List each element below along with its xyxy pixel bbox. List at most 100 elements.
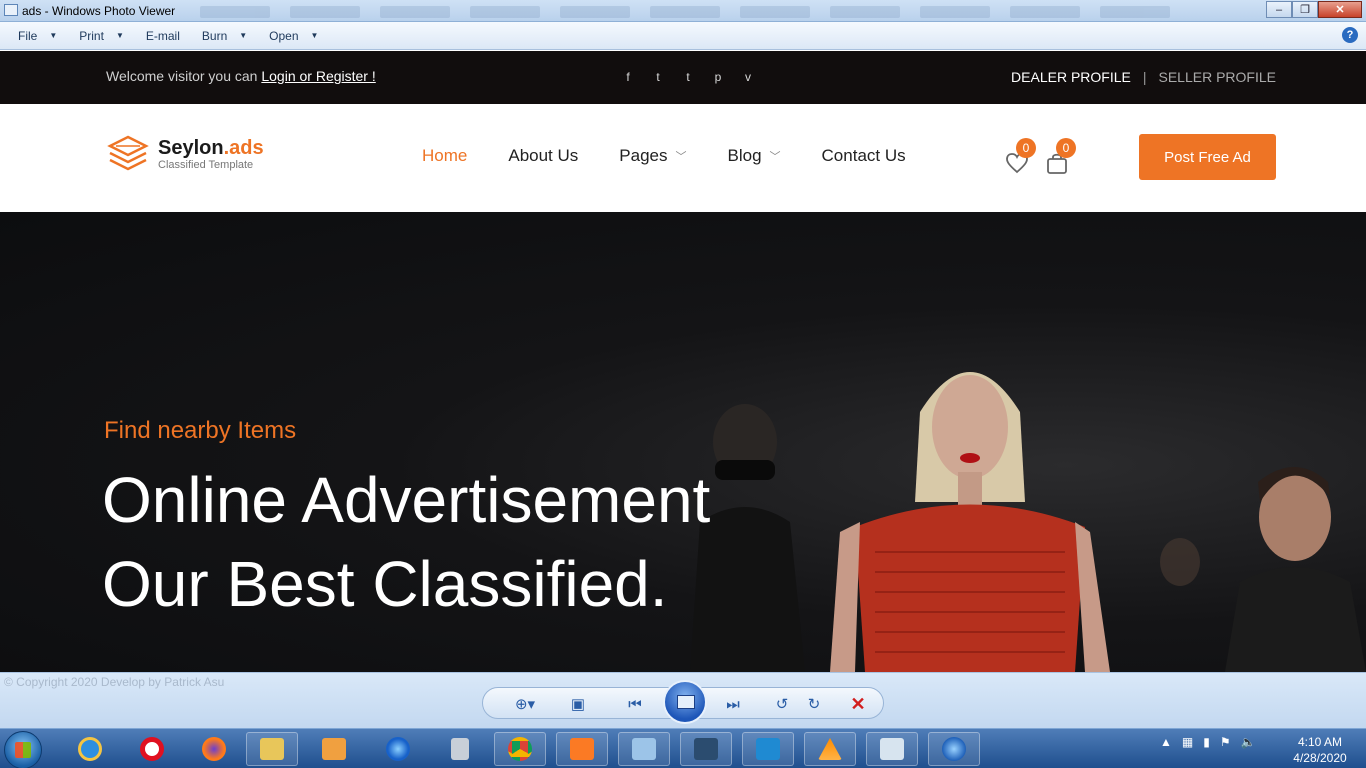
windows-logo-icon: [15, 742, 31, 758]
viewer-menubar: File ▼ Print ▼ E-mail Burn ▼ Open ▼ ?: [0, 22, 1366, 50]
opera-icon[interactable]: [126, 732, 178, 766]
mysql-workbench-icon[interactable]: [680, 732, 732, 766]
chevron-down-icon: ﹀: [675, 151, 687, 163]
slideshow-button[interactable]: [663, 680, 707, 724]
hero-kicker: Find nearby Items: [104, 417, 297, 444]
menu-email[interactable]: E-mail: [146, 29, 180, 43]
start-button[interactable]: [4, 731, 42, 768]
profile-links: DEALER PROFILE | SELLER PROFILE: [1011, 69, 1276, 85]
taskbar: ▲ ▦ ▮ ⚑ 🔈 4:10 AM 4/28/2020: [0, 728, 1366, 768]
seller-profile-link[interactable]: SELLER PROFILE: [1159, 69, 1277, 85]
internet-explorer-icon[interactable]: [64, 732, 116, 766]
nav-pages[interactable]: Pages ﹀: [619, 146, 686, 166]
vscode-icon[interactable]: [742, 732, 794, 766]
close-window-button[interactable]: ✕: [1318, 1, 1362, 18]
pinterest-icon[interactable]: p: [712, 70, 724, 84]
tumblr-icon[interactable]: t: [682, 70, 694, 84]
chrome-icon[interactable]: [494, 732, 546, 766]
cart-button[interactable]: 0: [1044, 138, 1076, 176]
wishlist-button[interactable]: 0: [1004, 138, 1036, 176]
logo-text: Seylon.ads Classified Template: [158, 137, 264, 171]
minimize-button[interactable]: ‒: [1266, 1, 1292, 18]
photo-viewer-icon: [4, 4, 18, 16]
chevron-down-icon: ▼: [115, 31, 124, 40]
site-logo[interactable]: Seylon.ads Classified Template: [106, 134, 264, 174]
hero-headline-line2: Our Best Classified.: [102, 548, 668, 620]
slideshow-icon: [677, 695, 695, 709]
volume-icon[interactable]: 🔈: [1241, 735, 1256, 749]
chevron-down-icon: ▼: [239, 31, 248, 40]
calculator-icon[interactable]: [434, 732, 486, 766]
menu-open[interactable]: Open ▼: [269, 29, 318, 43]
file-explorer-icon[interactable]: [246, 732, 298, 766]
actual-size-icon[interactable]: ▣: [565, 693, 591, 715]
brand-tagline: Classified Template: [158, 159, 254, 171]
delete-icon[interactable]: ✕: [847, 693, 869, 715]
firefox-dev-icon[interactable]: [372, 732, 424, 766]
nav-blog[interactable]: Blog ﹀: [728, 146, 781, 166]
vimeo-icon[interactable]: v: [742, 70, 754, 84]
nav-contact-label: Contact Us: [821, 146, 906, 165]
background-tabs: [200, 6, 1180, 20]
welcome-label: Welcome visitor you can: [106, 68, 262, 84]
firefox-icon[interactable]: [188, 732, 240, 766]
welcome-text: Welcome visitor you can Login or Registe…: [106, 68, 376, 84]
nav-home-label: Home: [422, 146, 468, 165]
login-register-link[interactable]: Login or Register !: [261, 68, 375, 84]
menu-print[interactable]: Print ▼: [79, 29, 124, 43]
notepad-icon[interactable]: [866, 732, 918, 766]
chevron-down-icon: ▼: [49, 31, 58, 40]
viewer-control-bar: © Copyright 2020 Develop by Patrick Asu …: [0, 672, 1366, 728]
photo-viewer-taskbar-icon[interactable]: [618, 732, 670, 766]
brand-name: Seylon.ads: [158, 137, 264, 159]
nav-home[interactable]: Home: [422, 146, 467, 166]
help-icon[interactable]: ?: [1342, 27, 1358, 43]
zoom-icon[interactable]: ⊕▾: [509, 693, 541, 715]
menu-burn[interactable]: Burn ▼: [202, 29, 247, 43]
power-icon[interactable]: ▮: [1203, 735, 1210, 749]
cart-count-badge: 0: [1056, 138, 1076, 158]
post-free-ad-button[interactable]: Post Free Ad: [1139, 134, 1276, 180]
menu-email-label: E-mail: [145, 28, 180, 43]
twitter-icon[interactable]: t: [652, 70, 664, 84]
menu-file-label: File: [18, 28, 38, 43]
nav-contact-us[interactable]: Contact Us: [822, 146, 906, 166]
rotate-clockwise-icon[interactable]: ↻: [803, 693, 825, 715]
nav-menu: Home About Us Pages ﹀ Blog ﹀ Contact Us: [422, 146, 906, 166]
taskbar-clock[interactable]: 4:10 AM 4/28/2020: [1285, 734, 1355, 766]
layers-logo-icon: [107, 135, 149, 171]
rotate-counterclockwise-icon[interactable]: ↺: [771, 693, 793, 715]
dealer-profile-link[interactable]: DEALER PROFILE: [1011, 69, 1131, 85]
media-player-icon[interactable]: [308, 732, 360, 766]
vlc-icon[interactable]: [804, 732, 856, 766]
brand-name-accent: .ads: [223, 137, 264, 159]
show-hidden-icons-icon[interactable]: ▲: [1160, 735, 1172, 749]
clock-time: 4:10 AM: [1297, 735, 1343, 749]
nav-about-us[interactable]: About Us: [508, 146, 578, 166]
hero-headline: Online Advertisement Our Best Classified…: [102, 458, 710, 626]
network-icon[interactable]: ▦: [1182, 735, 1193, 749]
window-controls: ‒ ❐ ✕: [1266, 1, 1362, 18]
social-links: f t t p v: [622, 70, 754, 84]
network-globe-icon[interactable]: [928, 732, 980, 766]
nav-about-label: About Us: [508, 146, 579, 165]
brand-name-main: Seylon: [158, 137, 224, 159]
window-title: ads - Windows Photo Viewer: [22, 4, 176, 18]
nav-pages-label: Pages: [619, 146, 668, 165]
window-titlebar: ads - Windows Photo Viewer ‒ ❐ ✕: [0, 0, 1366, 22]
profile-separator: |: [1142, 69, 1147, 85]
previous-icon[interactable]: ⏮: [613, 693, 657, 715]
xampp-icon[interactable]: [556, 732, 608, 766]
viewer-controls: ⊕▾ ▣ ⏮ ⏭ ↺ ↻ ✕: [482, 680, 884, 724]
next-icon[interactable]: ⏭: [711, 693, 755, 715]
menu-file[interactable]: File ▼: [18, 29, 57, 43]
hero-photo: [690, 372, 1366, 672]
maximize-button[interactable]: ❐: [1292, 1, 1318, 18]
hero-banner: Find nearby Items Online Advertisement O…: [0, 212, 1366, 672]
copyright-text: © Copyright 2020 Develop by Patrick Asu: [4, 675, 225, 689]
action-center-flag-icon[interactable]: ⚑: [1220, 735, 1231, 749]
chevron-down-icon: ▼: [310, 31, 319, 40]
facebook-icon[interactable]: f: [622, 70, 634, 84]
main-navbar: Seylon.ads Classified Template Home Abou…: [0, 104, 1366, 212]
site-topbar: Welcome visitor you can Login or Registe…: [0, 51, 1366, 104]
